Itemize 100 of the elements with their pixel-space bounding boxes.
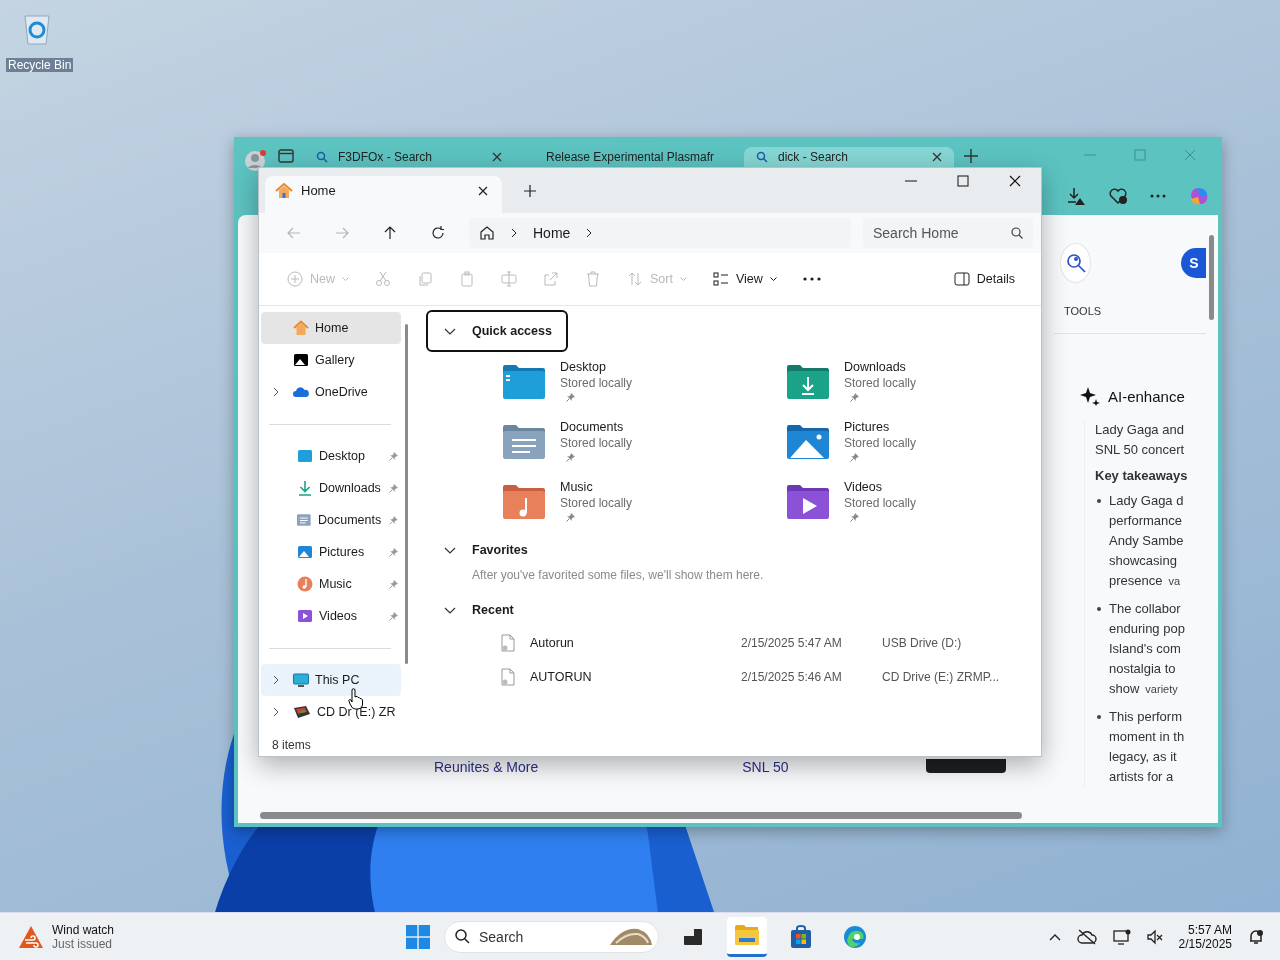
download-warning-icon[interactable] — [1066, 186, 1086, 206]
folder-document-icon[interactable] — [502, 424, 546, 460]
folder-name[interactable]: Documents — [560, 420, 624, 434]
clipboard-icon — [459, 271, 475, 287]
browser-tab[interactable]: F3DFOx - Search — [304, 147, 514, 167]
folder-desktop-icon[interactable] — [502, 364, 546, 400]
folder-name[interactable]: Desktop — [560, 360, 606, 374]
folder-name[interactable]: Music — [560, 480, 593, 494]
navigation-item[interactable]: OneDrive — [261, 376, 401, 408]
network-icon[interactable] — [1112, 928, 1131, 945]
download-arrow-icon — [297, 480, 313, 496]
takeaway-text: nostalgia to — [1109, 661, 1176, 676]
navigation-item[interactable]: This PC — [261, 664, 401, 696]
music-note-icon — [297, 576, 313, 592]
pin-icon[interactable] — [389, 579, 399, 589]
new-tab-icon[interactable] — [524, 185, 536, 197]
view-button[interactable]: View — [700, 263, 789, 295]
navigation-item[interactable]: Pictures — [261, 536, 401, 568]
more-options-icon[interactable] — [1150, 194, 1166, 198]
video-thumbnail-placeholder[interactable] — [926, 759, 1007, 773]
maximize-icon[interactable] — [957, 175, 969, 187]
rename-icon — [501, 271, 517, 287]
tab-title: dick - Search — [778, 150, 850, 164]
pin-icon[interactable] — [389, 483, 399, 493]
weather-widget[interactable]: Wind watch Just issued — [0, 922, 318, 951]
file-name[interactable]: Autorun — [530, 636, 741, 650]
address-bar[interactable]: Home — [469, 218, 851, 248]
pin-icon[interactable] — [389, 451, 399, 461]
cloud-icon — [293, 386, 309, 398]
cloud-offline-icon[interactable] — [1076, 928, 1097, 945]
expand-chevron-icon[interactable] — [273, 387, 279, 397]
folder-status: Stored locally — [844, 496, 917, 510]
folder-icon — [734, 924, 760, 946]
takeaway-text: Island's com — [1109, 641, 1181, 656]
quick-access-header[interactable]: Quick access — [426, 310, 568, 352]
close-icon[interactable] — [1009, 175, 1021, 187]
result-link[interactable]: SNL 50 — [742, 759, 789, 775]
navigation-item[interactable]: Desktop — [261, 440, 401, 472]
navigation-item[interactable]: Home — [261, 312, 401, 344]
notification-bell-icon[interactable] — [1248, 928, 1264, 945]
explorer-tab[interactable]: Home — [265, 176, 502, 213]
copilot-logo-icon[interactable] — [1188, 185, 1210, 207]
folder-video-icon[interactable] — [786, 484, 830, 520]
tab-title: Release Experimental Plasmafr — [546, 150, 715, 164]
navigation-item[interactable]: Documents — [261, 504, 401, 536]
folder-name[interactable]: Pictures — [844, 420, 890, 434]
close-icon[interactable] — [478, 185, 488, 196]
visual-search-button[interactable] — [1060, 243, 1092, 283]
chevron-up-icon[interactable] — [1048, 932, 1061, 941]
navigation-item[interactable]: Videos — [261, 600, 401, 632]
recent-header[interactable]: Recent — [426, 594, 530, 626]
expand-chevron-icon[interactable] — [273, 675, 279, 685]
source-tag[interactable]: variety — [1145, 683, 1178, 695]
folder-name[interactable]: Downloads — [844, 360, 906, 374]
pin-icon[interactable] — [389, 611, 399, 621]
folder-music-icon[interactable] — [502, 484, 546, 520]
folder-status: Stored locally — [560, 376, 633, 390]
search-icon — [1011, 227, 1023, 239]
recycle-bin-label[interactable]: Recycle Bin — [6, 58, 74, 72]
profile-avatar-icon[interactable] — [244, 149, 268, 173]
navigation-item[interactable]: Gallery — [261, 344, 401, 376]
clock[interactable]: 5:57 AM 2/15/2025 — [1178, 922, 1232, 951]
pin-icon[interactable] — [389, 547, 399, 557]
tools-label[interactable]: TOOLS — [1064, 305, 1206, 317]
file-name[interactable]: AUTORUN — [530, 670, 741, 684]
heart-pulse-icon[interactable] — [1108, 186, 1128, 206]
browser-tab[interactable]: Release Experimental Plasmafr — [524, 147, 734, 167]
chevron-right-icon[interactable] — [511, 228, 517, 238]
explorer-taskbar-button[interactable] — [727, 916, 767, 957]
expand-chevron-icon[interactable] — [273, 707, 279, 717]
takeaway-text: showcasing — [1109, 553, 1177, 568]
refresh-icon — [431, 226, 445, 240]
close-icon[interactable] — [932, 152, 942, 162]
collapse-chevron-icon — [444, 546, 456, 554]
pin-icon[interactable] — [389, 515, 399, 525]
folder-name[interactable]: Videos — [844, 480, 882, 494]
volume-muted-icon[interactable] — [1146, 928, 1163, 945]
browser-tab[interactable]: dick - Search — [744, 147, 954, 167]
navigation-item[interactable]: Downloads — [261, 472, 401, 504]
start-button[interactable] — [406, 924, 430, 949]
breadcrumb[interactable]: Home — [533, 225, 571, 241]
folder-download-icon[interactable] — [786, 364, 830, 400]
tab-actions-icon[interactable] — [278, 149, 294, 163]
taskbar-search-field[interactable]: Search — [444, 920, 659, 953]
file-icon — [500, 668, 516, 686]
sign-in-button[interactable]: S — [1181, 248, 1206, 278]
source-tag[interactable]: va — [1168, 575, 1181, 587]
details-button[interactable]: Details — [941, 263, 1027, 295]
navigation-item[interactable]: Music — [261, 568, 401, 600]
chevron-right-icon[interactable] — [586, 228, 593, 238]
search-icon — [316, 151, 328, 163]
favorites-header[interactable]: Favorites — [426, 534, 544, 566]
back-arrow-icon — [287, 227, 301, 239]
wind-warning-icon — [18, 924, 44, 949]
close-icon[interactable] — [492, 152, 502, 162]
sidebar-scrollbar[interactable] — [405, 324, 408, 664]
search-field[interactable]: Search Home — [863, 218, 1033, 248]
result-link[interactable]: Reunites & More — [434, 759, 539, 775]
file-location: USB Drive (D:) — [882, 636, 962, 650]
new-tab-icon[interactable] — [964, 149, 978, 163]
